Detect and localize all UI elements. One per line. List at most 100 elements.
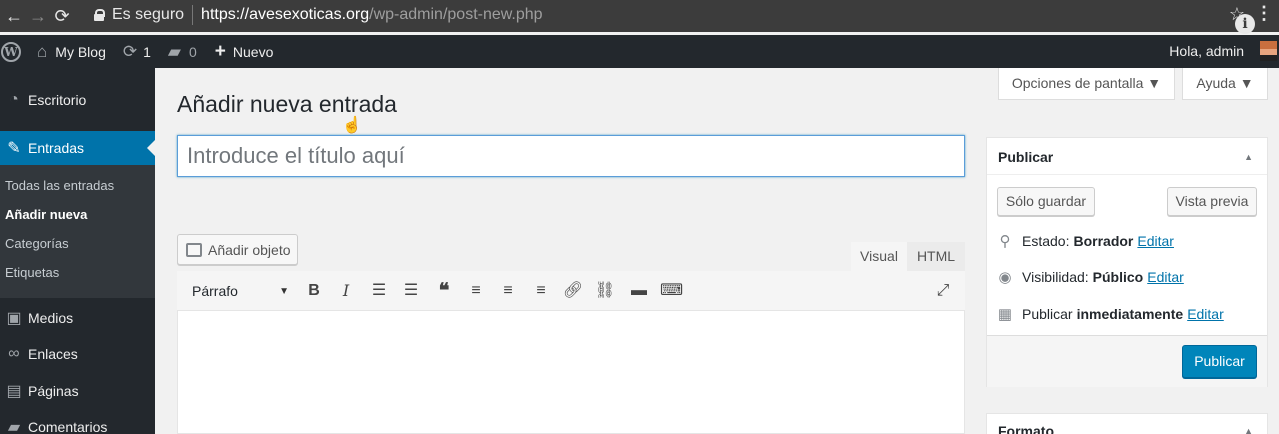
submenu-categories[interactable]: Categorías bbox=[5, 236, 69, 251]
numbered-list-icon[interactable]: ☰ bbox=[400, 280, 422, 302]
publish-box: Publicar ▲ Sólo guardar Vista previa ⚲ E… bbox=[986, 137, 1268, 387]
publish-box-title: Publicar bbox=[998, 149, 1054, 165]
dashboard-icon: ◔ bbox=[9, 91, 19, 108]
updates-count: 1 bbox=[143, 43, 151, 60]
submenu-add-new[interactable]: Añadir nueva bbox=[5, 207, 87, 222]
admin-bar-comments[interactable]: ▰ 0 bbox=[168, 35, 197, 68]
save-draft-button[interactable]: Sólo guardar bbox=[997, 187, 1095, 216]
pages-icon: ▤ bbox=[6, 383, 22, 400]
reload-icon[interactable]: ⟳ bbox=[50, 2, 74, 30]
collapse-caret-icon[interactable]: ▲ bbox=[1244, 152, 1253, 162]
browser-menu-icon[interactable]: ⋮ bbox=[1255, 3, 1273, 24]
unlink-icon[interactable]: ⛓ bbox=[594, 280, 616, 302]
secure-label: Es seguro bbox=[112, 6, 185, 23]
comments-count: 0 bbox=[188, 43, 197, 60]
italic-icon[interactable]: I bbox=[335, 280, 357, 302]
editor-content-area[interactable] bbox=[177, 311, 965, 434]
tab-visual[interactable]: Visual bbox=[851, 242, 907, 271]
admin-sidebar: ◔ Escritorio ✎ Entradas Todas las entrad… bbox=[0, 68, 155, 434]
add-media-label: Añadir objeto bbox=[208, 241, 291, 258]
admin-bar-new[interactable]: + Nuevo bbox=[215, 35, 274, 68]
visibility-label: Visibilidad: bbox=[1022, 269, 1089, 285]
info-icon[interactable]: i bbox=[1235, 14, 1255, 34]
pin-icon: ✎ bbox=[7, 140, 21, 157]
media-icon bbox=[186, 242, 202, 257]
sidebar-item-label: Medios bbox=[28, 310, 74, 326]
wordpress-logo[interactable]: W bbox=[0, 35, 21, 68]
sidebar-item-label: Escritorio bbox=[28, 92, 87, 108]
align-right-icon[interactable]: ≡ bbox=[530, 280, 552, 302]
link-icon: ∞ bbox=[8, 345, 20, 362]
admin-greeting[interactable]: Hola, admin bbox=[1169, 35, 1244, 68]
forward-arrow-icon[interactable]: → bbox=[26, 2, 50, 30]
fullscreen-icon[interactable]: ⤢ bbox=[932, 280, 954, 302]
sidebar-item-enlaces[interactable]: ∞ Enlaces bbox=[0, 337, 155, 371]
format-box-title: Formato bbox=[998, 423, 1054, 434]
collapse-caret-icon[interactable]: ▲ bbox=[1244, 426, 1253, 434]
format-box: Formato ▲ bbox=[986, 413, 1268, 434]
sidebar-item-label: Enlaces bbox=[28, 346, 78, 362]
blockquote-icon[interactable]: ❝ bbox=[433, 280, 455, 302]
screen-options-button[interactable]: Opciones de pantalla ▼ bbox=[998, 68, 1175, 100]
updates-icon: ⟳ bbox=[122, 41, 138, 61]
sidebar-item-label: Entradas bbox=[28, 140, 85, 156]
omnibox-divider bbox=[192, 5, 194, 25]
sidebar-item-entradas[interactable]: ✎ Entradas bbox=[0, 131, 155, 165]
calendar-icon: ▦ bbox=[997, 306, 1013, 323]
home-icon: ⌂ bbox=[37, 41, 48, 61]
bold-icon[interactable]: B bbox=[303, 280, 325, 302]
publish-button[interactable]: Publicar bbox=[1182, 345, 1257, 378]
submenu-all-posts[interactable]: Todas las entradas bbox=[5, 178, 114, 193]
avatar[interactable] bbox=[1260, 41, 1277, 61]
schedule-value: inmediatamente bbox=[1076, 306, 1184, 322]
editor-toolbar: Párrafo ▼ B I ☰ ☰ ❝ ≡ ≡ ≡ 🔗︎ ⛓ ▬ ⌨ ⤢ bbox=[177, 271, 965, 311]
publish-actions: Publicar bbox=[987, 335, 1267, 387]
align-center-icon[interactable]: ≡ bbox=[497, 280, 519, 302]
url-path: /wp-admin/post-new.php bbox=[369, 6, 543, 23]
edit-schedule-link[interactable]: Editar bbox=[1187, 306, 1224, 322]
tab-html[interactable]: HTML bbox=[907, 242, 965, 271]
entradas-submenu: Todas las entradas Añadir nueva Categorí… bbox=[0, 165, 155, 298]
preview-button[interactable]: Vista previa bbox=[1167, 187, 1257, 216]
lock-icon bbox=[94, 9, 105, 21]
add-media-button[interactable]: Añadir objeto bbox=[177, 234, 298, 265]
post-title-input[interactable] bbox=[177, 135, 965, 177]
wordpress-icon: W bbox=[1, 41, 21, 62]
comments-icon: ▰ bbox=[7, 419, 21, 434]
admin-bar-updates[interactable]: ⟳ 1 bbox=[123, 35, 151, 68]
comment-bubble-icon: ▰ bbox=[167, 41, 181, 61]
edit-visibility-link[interactable]: Editar bbox=[1147, 269, 1184, 285]
format-select[interactable]: Párrafo ▼ bbox=[183, 278, 295, 305]
sidebar-item-medios[interactable]: ▣ Medios bbox=[0, 301, 155, 335]
admin-bar: W ⌂ My Blog ⟳ 1 ▰ 0 + Nuevo Hola, admin bbox=[0, 35, 1279, 68]
schedule-row: ▦ Publicar inmediatamente Editar bbox=[997, 305, 1224, 323]
sidebar-item-paginas[interactable]: ▤ Páginas bbox=[0, 374, 155, 408]
status-value: Borrador bbox=[1073, 233, 1134, 249]
format-select-value: Párrafo bbox=[192, 283, 238, 299]
back-arrow-icon[interactable]: ← bbox=[2, 2, 26, 30]
edit-status-link[interactable]: Editar bbox=[1137, 233, 1174, 249]
address-bar[interactable]: Es seguro https://avesexoticas.org/wp-ad… bbox=[86, 3, 1252, 27]
visibility-row: ◉ Visibilidad: Público Editar bbox=[997, 268, 1184, 286]
page-title: Añadir nueva entrada bbox=[177, 91, 397, 117]
align-left-icon[interactable]: ≡ bbox=[465, 280, 487, 302]
status-label: Estado: bbox=[1022, 233, 1070, 249]
bulleted-list-icon[interactable]: ☰ bbox=[368, 280, 390, 302]
sidebar-item-escritorio[interactable]: ◔ Escritorio bbox=[0, 83, 155, 117]
link-icon[interactable]: 🔗︎ bbox=[562, 280, 584, 302]
keyboard-toolbar-toggle-icon[interactable]: ⌨ bbox=[660, 280, 683, 302]
help-button[interactable]: Ayuda ▼ bbox=[1182, 68, 1268, 100]
new-label: Nuevo bbox=[232, 43, 274, 60]
submenu-tags[interactable]: Etiquetas bbox=[5, 265, 59, 280]
sidebar-item-comentarios[interactable]: ▰ Comentarios bbox=[0, 410, 155, 434]
admin-bar-site[interactable]: ⌂ My Blog bbox=[37, 35, 106, 68]
url-host: https://avesexoticas.org bbox=[201, 6, 370, 23]
read-more-icon[interactable]: ▬ bbox=[628, 280, 650, 302]
plus-icon: + bbox=[214, 40, 226, 62]
browser-toolbar: ← → ⟳ Es seguro https://avesexoticas.org… bbox=[0, 0, 1279, 34]
sidebar-item-label: Páginas bbox=[28, 383, 79, 399]
visibility-value: Público bbox=[1092, 269, 1144, 285]
eye-icon: ◉ bbox=[998, 269, 1012, 286]
hand-cursor-icon: ☝ bbox=[342, 117, 362, 134]
divider bbox=[987, 174, 1267, 175]
